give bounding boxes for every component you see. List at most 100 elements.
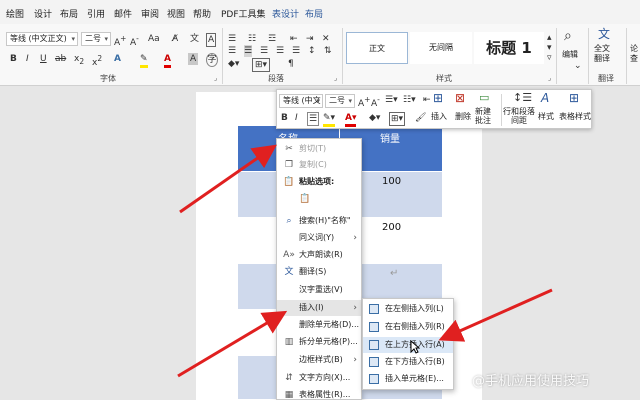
shading-icon[interactable]: ◆▾ bbox=[369, 112, 380, 124]
change-case-icon[interactable]: Aa bbox=[148, 33, 160, 45]
menu-item-search[interactable]: ⌕ 搜索(H)"名称" bbox=[277, 213, 361, 229]
translate-icon[interactable]: 文 bbox=[598, 28, 610, 40]
menu-item-table-properties[interactable]: ▦ 表格属性(R)... bbox=[277, 387, 361, 400]
enclose-char-icon[interactable]: 字 bbox=[206, 53, 218, 67]
menu-item-split-cells[interactable]: ▥ 拆分单元格(P)... bbox=[277, 334, 361, 350]
char-border-icon[interactable]: A bbox=[206, 33, 217, 47]
styles-icon[interactable]: A bbox=[541, 92, 549, 104]
tab-design[interactable]: 设计 bbox=[34, 7, 52, 20]
font-name-combo[interactable]: 等线 (中文正文) ▾ bbox=[6, 32, 78, 46]
paragraph-launcher-icon[interactable]: ⌟ bbox=[334, 74, 337, 82]
clear-format-icon[interactable]: A̸ bbox=[172, 33, 178, 45]
bold-icon[interactable]: B bbox=[281, 112, 288, 124]
partial-ribbon-button[interactable]: 论 查 bbox=[630, 44, 638, 64]
tab-table-layout[interactable]: 布局 bbox=[305, 7, 323, 20]
mini-font-size-combo[interactable]: 二号 ▾ bbox=[325, 94, 355, 108]
align-right-icon[interactable]: ☰ bbox=[260, 45, 268, 57]
align-center-icon[interactable]: ☰ bbox=[244, 45, 253, 57]
mini-new-comment-button[interactable]: 新建 批注 bbox=[475, 107, 491, 125]
font-size-combo[interactable]: 二号 ▾ bbox=[81, 32, 111, 46]
editing-icon[interactable]: ⌕ bbox=[564, 29, 572, 43]
styles-more-icon[interactable]: ▿ bbox=[547, 52, 552, 64]
tab-draw[interactable]: 绘图 bbox=[6, 7, 24, 20]
delete-table-icon[interactable]: ⊠ bbox=[455, 92, 465, 104]
sort-icon[interactable]: ⇅ bbox=[324, 45, 332, 57]
chinese-layout-icon[interactable]: ✕ bbox=[322, 33, 330, 45]
subscript-icon[interactable]: x2 bbox=[74, 53, 84, 68]
phonetic-icon[interactable]: 文 bbox=[190, 33, 199, 45]
tab-references[interactable]: 引用 bbox=[87, 7, 105, 20]
text-effects-icon[interactable]: A bbox=[114, 53, 121, 65]
submenu-item-insert-above[interactable]: 在上方插入行(A) bbox=[363, 337, 453, 353]
mini-insert-button[interactable]: 插入 bbox=[431, 112, 447, 121]
bold-icon[interactable]: B bbox=[10, 53, 17, 65]
grow-font-icon[interactable]: A+ bbox=[358, 94, 370, 110]
distribute-icon[interactable]: ☰ bbox=[292, 45, 300, 57]
underline-icon[interactable]: U bbox=[40, 53, 47, 65]
menu-item-insert[interactable]: 插入(I) › bbox=[277, 300, 361, 316]
editing-button[interactable]: 编辑 bbox=[562, 50, 578, 60]
highlight-icon[interactable]: ✎▾ bbox=[323, 112, 336, 127]
shading-icon[interactable]: ◆▾ bbox=[228, 58, 239, 70]
show-marks-icon[interactable]: ¶ bbox=[288, 58, 294, 70]
tab-help[interactable]: 帮助 bbox=[193, 7, 211, 20]
menu-item-paste-text-only[interactable]: 📋 bbox=[277, 191, 361, 211]
format-painter-icon[interactable]: 🖌 bbox=[415, 112, 426, 124]
font-color-icon[interactable]: A bbox=[164, 53, 171, 68]
table-styles-icon[interactable]: ⊞ bbox=[569, 92, 579, 104]
align-left-icon[interactable]: ☰ bbox=[228, 45, 236, 57]
menu-item-copy[interactable]: ❐ 复制(C) bbox=[277, 157, 361, 173]
italic-icon[interactable]: I bbox=[295, 112, 298, 124]
char-shading-icon[interactable]: A bbox=[188, 53, 199, 65]
increase-indent-icon[interactable]: ⇥ bbox=[306, 33, 314, 45]
submenu-item-insert-left[interactable]: 在左侧插入列(L) bbox=[363, 301, 453, 317]
tab-review[interactable]: 审阅 bbox=[141, 7, 159, 20]
new-comment-icon[interactable]: ▭ bbox=[479, 92, 489, 104]
tab-view[interactable]: 视图 bbox=[167, 7, 185, 20]
highlight-icon[interactable]: ✎ bbox=[140, 53, 148, 68]
menu-item-read-aloud[interactable]: A» 大声朗读(R) bbox=[277, 247, 361, 263]
mini-style-button[interactable]: 样式 bbox=[538, 112, 554, 121]
borders-icon[interactable]: ⊞▾ bbox=[252, 58, 271, 72]
mini-font-name-combo[interactable]: 等线 (中文 ▾ bbox=[279, 94, 323, 108]
mini-delete-button[interactable]: 删除 bbox=[455, 112, 471, 121]
tab-table-design[interactable]: 表设计 bbox=[272, 7, 299, 20]
superscript-icon[interactable]: x2 bbox=[92, 53, 102, 69]
style-normal[interactable]: 正文 bbox=[346, 32, 408, 64]
style-no-spacing[interactable]: 无间隔 bbox=[410, 32, 472, 64]
submenu-item-insert-below[interactable]: 在下方插入行(B) bbox=[363, 354, 453, 370]
submenu-item-insert-cells[interactable]: 插入单元格(E)... bbox=[363, 371, 453, 387]
tab-pdf-tools[interactable]: PDF工具集 bbox=[221, 7, 266, 20]
mini-spacing-button[interactable]: 行和段落 间距 bbox=[503, 107, 535, 125]
menu-item-reconvert[interactable]: 汉字重选(V) bbox=[277, 282, 361, 298]
styles-launcher-icon[interactable]: ⌟ bbox=[548, 74, 551, 82]
font-launcher-icon[interactable]: ⌟ bbox=[214, 74, 217, 82]
mini-table-style-button[interactable]: 表格样式 bbox=[559, 112, 591, 121]
tab-mailings[interactable]: 邮件 bbox=[114, 7, 132, 20]
line-spacing-icon[interactable]: ↕ bbox=[308, 45, 316, 57]
decrease-indent-icon[interactable]: ⇤ bbox=[423, 94, 431, 106]
shrink-font-icon[interactable]: A- bbox=[130, 33, 139, 49]
line-spacing-icon[interactable]: ↕☰ bbox=[513, 92, 532, 104]
menu-item-synonyms[interactable]: 同义词(Y) › bbox=[277, 230, 361, 246]
insert-table-icon[interactable]: ⊞ bbox=[433, 92, 443, 104]
menu-item-text-direction[interactable]: ⇵ 文字方向(X)... bbox=[277, 370, 361, 386]
menu-item-border-styles[interactable]: 边框样式(B) › bbox=[277, 352, 361, 368]
multilevel-list-icon[interactable]: ☲ bbox=[268, 33, 276, 45]
grow-font-icon[interactable]: A+ bbox=[114, 33, 126, 49]
bullets-icon[interactable]: ☰ bbox=[228, 33, 236, 45]
submenu-item-insert-right[interactable]: 在右侧插入列(R) bbox=[363, 319, 453, 335]
justify-icon[interactable]: ☰ bbox=[276, 45, 284, 57]
strikethrough-icon[interactable]: ab bbox=[55, 53, 66, 65]
decrease-indent-icon[interactable]: ⇤ bbox=[290, 33, 298, 45]
italic-icon[interactable]: I bbox=[26, 53, 29, 65]
borders-icon[interactable]: ⊞▾ bbox=[389, 112, 406, 126]
bullets-icon[interactable]: ☰▾ bbox=[385, 94, 398, 106]
numbering-icon[interactable]: ☷▾ bbox=[403, 94, 416, 106]
menu-item-delete-cells[interactable]: 删除单元格(D)... bbox=[277, 317, 361, 333]
numbering-icon[interactable]: ☷ bbox=[248, 33, 256, 45]
font-color-icon[interactable]: A▾ bbox=[345, 112, 357, 127]
shrink-font-icon[interactable]: A- bbox=[371, 94, 380, 110]
full-translate-button[interactable]: 全文 翻译 bbox=[594, 44, 610, 64]
menu-item-cut[interactable]: ✂ 剪切(T) bbox=[277, 141, 361, 157]
